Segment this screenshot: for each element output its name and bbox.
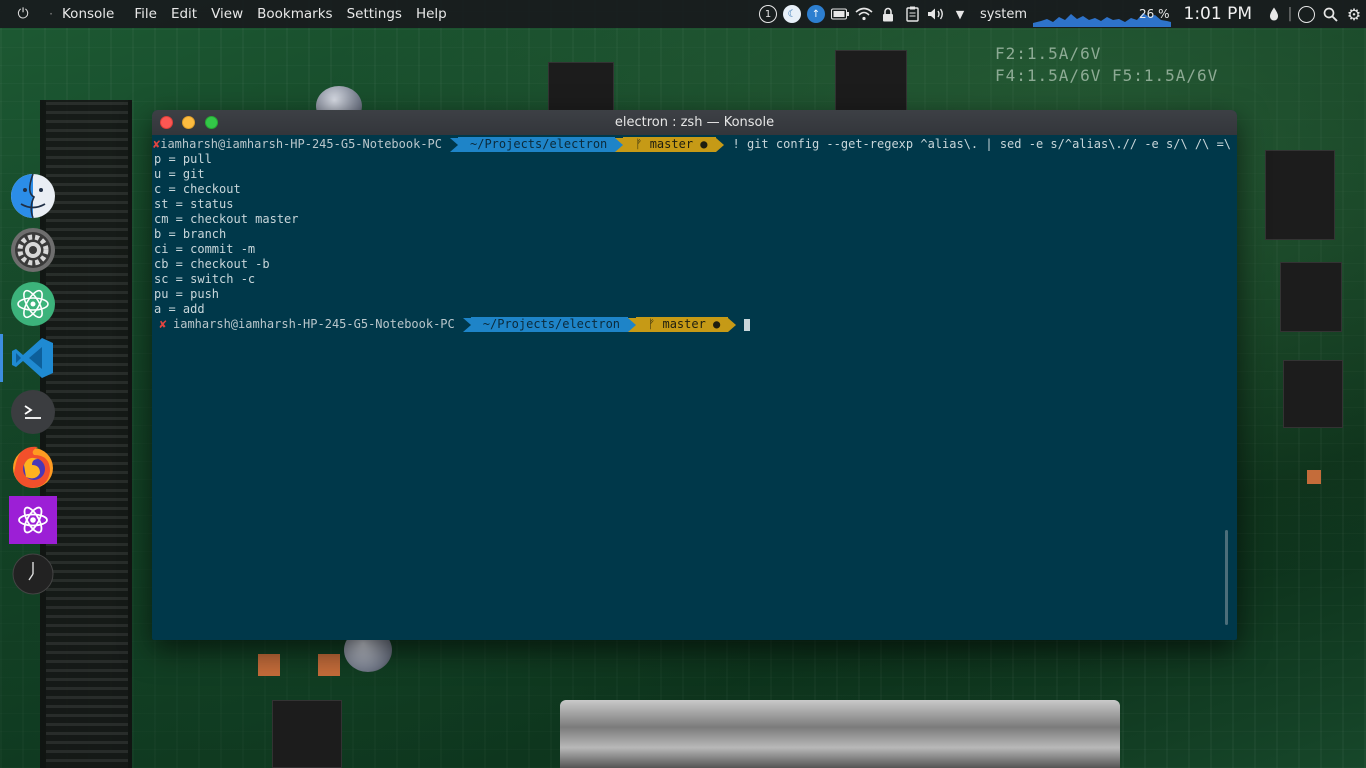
konsole-window: electron : zsh — Konsole ✘ iamharsh@iamh… (152, 110, 1237, 640)
wallpaper-chip (1283, 360, 1343, 428)
prompt-separator (615, 137, 624, 152)
terminal-scrollbar[interactable] (1225, 530, 1228, 625)
atom-icon[interactable] (9, 280, 57, 328)
dock (0, 160, 64, 608)
output-line: sc = switch -c (154, 272, 256, 286)
menu-edit[interactable]: Edit (164, 6, 204, 22)
wallpaper-silkscreen: F2:1.5A/6V (995, 44, 1102, 63)
wallpaper-chip (548, 62, 614, 112)
output-line: ci = commit -m (154, 242, 256, 256)
gear-icon[interactable]: ⚙ (1342, 0, 1366, 28)
wallpaper-pad (258, 654, 280, 676)
output-line: a = add (154, 302, 205, 316)
notification-count: 1 (759, 5, 777, 23)
output-line: cb = checkout -b (154, 257, 270, 271)
minimize-button[interactable] (182, 116, 195, 129)
prompt-line: ✘ iamharsh@iamharsh-HP-245-G5-Notebook-P… (153, 317, 1224, 332)
panel-separator-icon: | (1287, 6, 1293, 22)
prompt-separator (728, 317, 737, 332)
firefox-icon[interactable] (9, 442, 57, 490)
notification-count-icon[interactable]: 1 (756, 0, 780, 28)
system-monitor-label: system (980, 6, 1027, 22)
error-status-mark: ✘ (159, 317, 167, 331)
wallpaper-pad (1307, 470, 1321, 484)
prompt-separator (628, 317, 637, 332)
update-icon[interactable]: ↑ (804, 0, 828, 28)
volume-icon[interactable] (924, 0, 948, 28)
wallpaper-chip (835, 50, 907, 112)
prompt-separator (462, 317, 471, 332)
prompt-path: ~/Projects/electron (458, 137, 616, 152)
night-color-icon[interactable]: ☾ (780, 0, 804, 28)
top-panel: ⏻ · Konsole File Edit View Bookmarks Set… (0, 0, 1366, 28)
menu-view[interactable]: View (204, 6, 250, 22)
prompt-path: ~/Projects/electron (470, 317, 629, 332)
system-settings-icon[interactable] (9, 226, 57, 274)
wallpaper-chip (1280, 262, 1342, 332)
wallpaper-silkscreen: F4:1.5A/6V F5:1.5A/6V (995, 66, 1219, 85)
clock[interactable]: 1:01 PM (1184, 4, 1253, 24)
expand-tray-icon[interactable]: ▼ (948, 0, 972, 28)
power-icon[interactable]: ⏻ (0, 0, 46, 28)
wallpaper-pad (318, 654, 340, 676)
search-icon[interactable] (1318, 0, 1342, 28)
prompt-git-branch: ᚠ master ● (623, 137, 716, 152)
menu-settings[interactable]: Settings (340, 6, 409, 22)
wallpaper-chip (272, 700, 342, 768)
prompt-user-host: iamharsh@iamharsh-HP-245-G5-Notebook-PC (160, 137, 442, 151)
command-text: ! git config --get-regexp ^alias\. | sed… (732, 137, 1237, 151)
close-button[interactable] (160, 116, 173, 129)
window-title: electron : zsh — Konsole (614, 115, 775, 130)
menu-help[interactable]: Help (409, 6, 454, 22)
prompt-user-host: iamharsh@iamharsh-HP-245-G5-Notebook-PC (173, 317, 455, 331)
water-drop-icon[interactable] (1262, 0, 1286, 28)
react-devtools-icon[interactable] (9, 496, 57, 544)
window-titlebar[interactable]: electron : zsh — Konsole (152, 110, 1237, 135)
menu-app-name[interactable]: Konsole (56, 6, 127, 22)
terminal-icon[interactable] (9, 388, 57, 436)
text-cursor (744, 318, 751, 331)
output-line: u = git (154, 167, 205, 181)
panel-separator: · (49, 7, 53, 21)
output-line: b = branch (154, 227, 227, 241)
prompt-separator (715, 137, 724, 152)
clock-icon[interactable] (9, 550, 57, 598)
wallpaper-chip (1265, 150, 1335, 240)
wallpaper-metal-bracket (560, 700, 1120, 768)
lock-icon[interactable] (876, 0, 900, 28)
output-line: st = status (154, 197, 234, 211)
wifi-icon[interactable] (852, 0, 876, 28)
prompt-git-branch: ᚠ master ● (636, 317, 729, 332)
error-status-mark: ✘ (153, 137, 161, 151)
battery-icon[interactable] (828, 0, 852, 28)
clipboard-icon[interactable] (900, 0, 924, 28)
finder-icon[interactable] (9, 172, 57, 220)
maximize-button[interactable] (205, 116, 218, 129)
prompt-line: ✘ iamharsh@iamharsh-HP-245-G5-Notebook-P… (153, 137, 1231, 152)
cpu-percent: 26 % (1139, 7, 1170, 21)
output-line: cm = checkout master (154, 212, 299, 226)
vscode-icon[interactable] (9, 334, 57, 382)
activities-icon[interactable] (1294, 0, 1318, 28)
output-line: p = pull (154, 152, 212, 166)
output-line: pu = push (154, 287, 220, 301)
menu-file[interactable]: File (127, 6, 164, 22)
output-line: c = checkout (154, 182, 241, 196)
menu-bookmarks[interactable]: Bookmarks (250, 6, 339, 22)
system-tray: 1 ☾ ↑ ▼ system 26 % 1:01 PM | ⚙ (756, 0, 1366, 28)
global-menu: Konsole File Edit View Bookmarks Setting… (56, 0, 454, 28)
terminal-area[interactable]: ✘ iamharsh@iamharsh-HP-245-G5-Notebook-P… (152, 135, 1231, 640)
prompt-separator (450, 137, 458, 152)
active-app-indicator (0, 334, 3, 382)
